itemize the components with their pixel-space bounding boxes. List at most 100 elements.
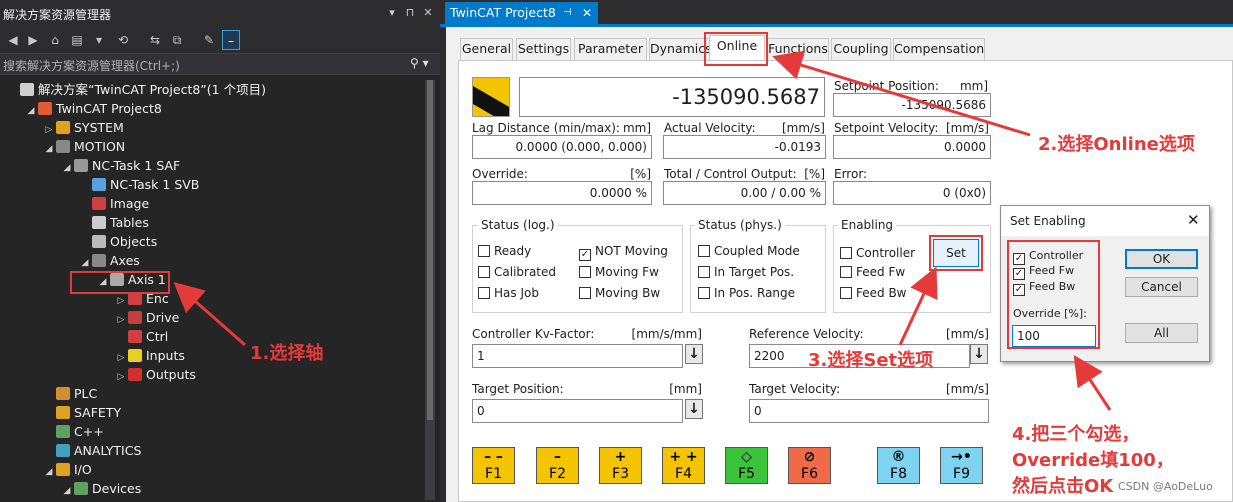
explorer-search-box[interactable]: 搜索解决方案资源管理器(Ctrl+;) ⚲ ▾ — [0, 53, 440, 75]
tab-coupling[interactable]: Coupling — [831, 38, 891, 60]
tree-node-label: I/O — [74, 462, 92, 477]
cancel-button[interactable]: Cancel — [1125, 277, 1198, 297]
function-button-f4[interactable]: + + F4 — [662, 447, 705, 484]
search-icon[interactable]: ⚲ ▾ — [410, 56, 429, 70]
apply-ref-velocity-button[interactable]: ↓ — [970, 344, 988, 364]
twincat-project-icon — [38, 102, 52, 115]
expander-icon[interactable]: ◢ — [60, 482, 74, 501]
status-ready-check: Ready — [478, 243, 531, 259]
kv-factor-input[interactable]: 1 — [472, 344, 683, 368]
total-output-value: 0.00 / 0.00 % — [663, 181, 826, 205]
function-button-f2[interactable]: – F2 — [536, 447, 579, 484]
dropdown-icon[interactable]: ▾ — [90, 30, 108, 50]
tree-node-label: Outputs — [146, 367, 196, 382]
tab-settings[interactable]: Settings — [516, 38, 571, 60]
tree-node[interactable]: ◢ TwinCAT Project8 — [24, 99, 162, 118]
objects-icon — [92, 235, 106, 248]
tree-node[interactable]: ▷ Inputs — [114, 346, 185, 365]
tree-node[interactable]: ◢ I/O — [42, 460, 92, 479]
safety-icon — [56, 406, 70, 419]
dialog-title-bar: Set Enabling ✕ — [1001, 206, 1209, 236]
tree-node-label: Image — [110, 196, 150, 211]
tab-general[interactable]: General — [460, 38, 513, 60]
collapse-icon[interactable]: ⧉ — [168, 30, 186, 50]
tree-node[interactable]: Image — [78, 194, 149, 213]
tree-node[interactable]: ◢ MOTION — [42, 137, 126, 159]
back-icon[interactable]: ◀ — [4, 30, 22, 50]
home-icon[interactable]: ⌂ — [46, 30, 64, 50]
tree-node[interactable]: 解决方案“TwinCAT Project8”(1 个项目) — [6, 80, 266, 99]
target-position-input[interactable]: 0 — [472, 399, 683, 423]
tree-node[interactable]: C++ — [42, 422, 104, 441]
expander-icon[interactable]: ◢ — [24, 102, 38, 121]
explorer-title: 解决方案资源管理器 — [3, 8, 112, 22]
function-symbol-icon: ◇ — [741, 449, 752, 465]
tree-node[interactable]: ▷ Drive — [114, 308, 180, 327]
io-icon — [56, 463, 70, 476]
tab-compensation[interactable]: Compensation — [893, 38, 985, 60]
override-value: 0.0000 % — [472, 181, 652, 205]
expander-icon[interactable]: ◢ — [42, 140, 56, 159]
kv-factor-label: Controller Kv-Factor: — [472, 327, 595, 341]
expander-icon[interactable]: ▷ — [114, 368, 128, 387]
search-input[interactable]: 搜索解决方案资源管理器(Ctrl+;) — [3, 57, 180, 74]
minus-icon[interactable]: – — [222, 30, 240, 50]
apply-target-position-button[interactable]: ↓ — [685, 399, 703, 419]
total-output-label: Total / Control Output: — [664, 167, 797, 181]
solution-switch-icon[interactable]: ▤ — [68, 30, 86, 50]
history-icon[interactable]: ⟲ — [114, 30, 132, 50]
tree-node[interactable]: ◢ Axes — [78, 251, 140, 270]
pin-icon[interactable]: ⊣ — [563, 2, 572, 24]
apply-kv-button[interactable]: ↓ — [685, 344, 703, 364]
highlight-axis-1 — [70, 271, 170, 294]
function-button-f1[interactable]: – – F1 — [472, 447, 515, 484]
highlight-set-button — [929, 235, 983, 271]
highlight-dialog-checks — [1007, 240, 1100, 349]
in-target-pos-check: In Target Pos. — [698, 264, 794, 280]
all-button[interactable]: All — [1125, 323, 1198, 343]
drive-icon — [128, 311, 142, 324]
tree-node[interactable]: Ctrl — [114, 327, 168, 346]
cpp-icon — [56, 425, 70, 438]
close-icon[interactable]: ✕ — [420, 4, 436, 22]
tree-node[interactable]: Tables — [78, 213, 149, 232]
tree-node[interactable]: Objects — [78, 232, 157, 251]
tree-node[interactable]: SAFETY — [42, 403, 121, 422]
tab-parameter[interactable]: Parameter — [574, 38, 647, 60]
scrollbar-thumb[interactable] — [427, 80, 433, 420]
function-label: F8 — [890, 466, 907, 482]
explorer-toolbar: ◀ ▶ ⌂ ▤ ▾ ⟲ ⇆ ⧉ ✎ – — [0, 27, 440, 53]
close-icon[interactable]: ✕ — [1187, 211, 1200, 229]
expander-icon[interactable]: ◢ — [42, 463, 56, 482]
close-icon[interactable]: ✕ — [582, 2, 592, 24]
function-button-f9[interactable]: →• F9 — [940, 447, 983, 484]
setpoint-velocity-label: Setpoint Velocity: — [834, 121, 939, 135]
expander-icon[interactable]: ◢ — [60, 159, 74, 178]
ctrl-icon — [128, 330, 142, 343]
tree-scrollbar[interactable] — [425, 80, 435, 500]
document-tab[interactable]: TwinCAT Project8 ⊣ ✕ — [445, 2, 598, 24]
function-button-f3[interactable]: + F3 — [599, 447, 642, 484]
target-velocity-input[interactable]: 0 — [749, 399, 989, 423]
wrench-icon[interactable]: ✎ — [200, 30, 218, 50]
forward-icon[interactable]: ▶ — [24, 30, 42, 50]
tree-node[interactable]: ◢ NC-Task 1 SAF — [60, 156, 181, 178]
dropdown-icon[interactable]: ▾ — [384, 4, 400, 22]
tab-functions[interactable]: Functions — [767, 38, 829, 60]
tab-dynamics[interactable]: Dynamics — [649, 38, 712, 60]
tree-node[interactable]: NC-Task 1 SVB — [78, 175, 199, 194]
function-button-f5[interactable]: ◇ F5 — [725, 447, 768, 484]
tree-node[interactable]: ▷ SYSTEM — [42, 118, 124, 137]
tree-node[interactable]: ANALYTICS — [42, 441, 141, 460]
tree-node[interactable]: ▷ Outputs — [114, 365, 196, 384]
tree-node[interactable]: ◢ Devices — [60, 479, 142, 501]
sync-icon[interactable]: ⇆ — [146, 30, 164, 50]
function-button-f6[interactable]: ⊘ F6 — [788, 447, 831, 484]
function-button-f8[interactable]: ® F8 — [877, 447, 920, 484]
tree-node-label: Tables — [110, 215, 149, 230]
ok-button[interactable]: OK — [1125, 249, 1198, 269]
status-calibrated-check: Calibrated — [478, 264, 556, 280]
pin-icon[interactable]: ⊓ — [402, 4, 418, 22]
tree-node[interactable]: PLC — [42, 384, 97, 403]
error-label: Error: — [834, 167, 868, 181]
